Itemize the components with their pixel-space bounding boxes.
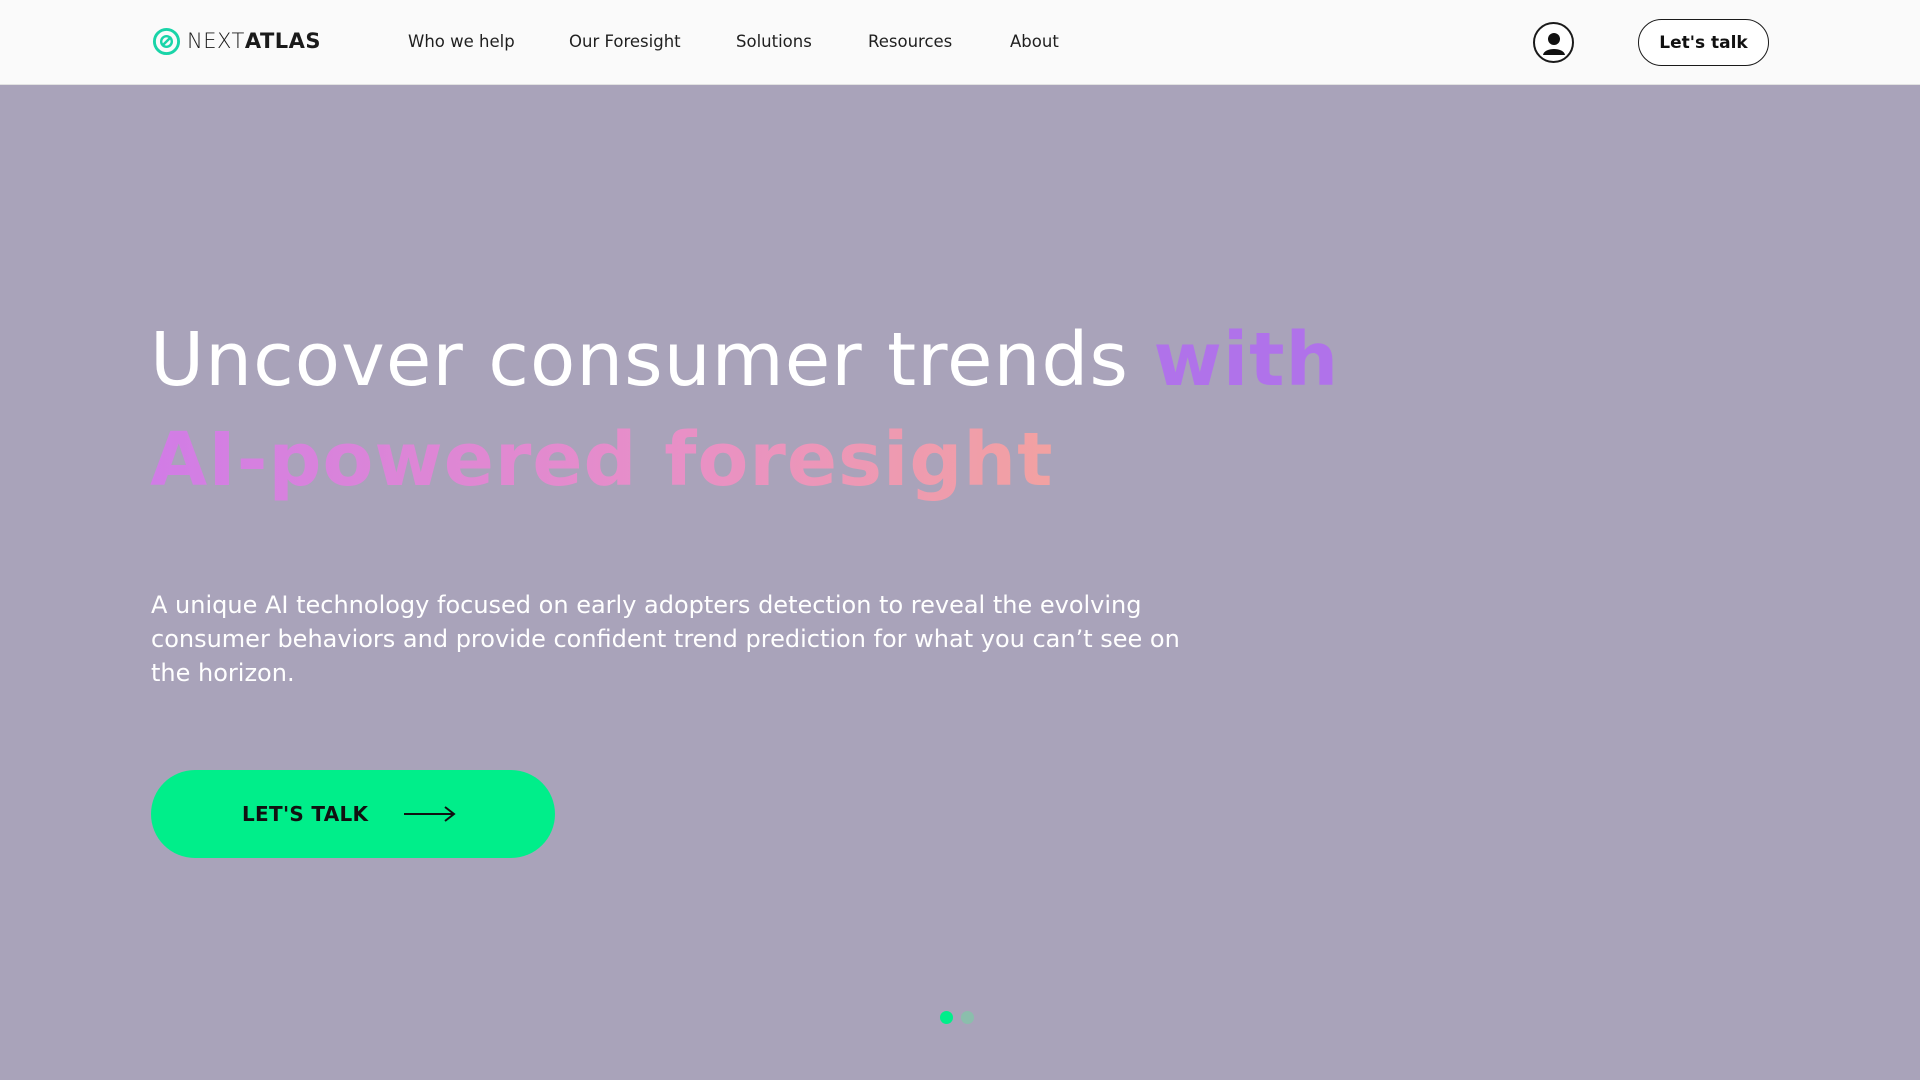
carousel-dot-2[interactable]	[961, 1011, 974, 1024]
brand-name: NEXTATLAS	[187, 29, 321, 53]
hero-title: Uncover consumer trends with AI-powered …	[150, 310, 1450, 510]
nextatlas-logo-icon	[152, 27, 181, 55]
carousel-pagination	[940, 1011, 974, 1025]
lets-talk-cta-button[interactable]: LET'S TALK	[151, 770, 555, 858]
hero-title-plain: Uncover consumer trends	[150, 317, 1154, 403]
user-account-icon	[1542, 32, 1565, 55]
brand-name-light: NEXT	[187, 29, 245, 53]
site-header: NEXTATLAS Who we help Our Foresight Solu…	[0, 0, 1920, 85]
nav-item-who-we-help[interactable]: Who we help	[408, 29, 515, 55]
hero-title-accent: with	[1153, 317, 1340, 403]
user-account-button[interactable]	[1533, 22, 1574, 63]
nav-item-about[interactable]: About	[1010, 29, 1059, 55]
hero-subtitle: A unique AI technology focused on early …	[151, 591, 1180, 687]
carousel-dot-1[interactable]	[940, 1011, 953, 1024]
nav-item-our-foresight[interactable]: Our Foresight	[569, 29, 681, 55]
cta-label: LET'S TALK	[242, 802, 369, 826]
brand-name-bold: ATLAS	[244, 29, 322, 53]
hero-title-gradient-line: AI-powered foresight	[150, 410, 1450, 510]
nav-item-resources[interactable]: Resources	[868, 29, 952, 55]
lets-talk-header-button[interactable]: Let's talk	[1638, 19, 1769, 66]
arrow-right-icon	[404, 806, 456, 822]
nav-item-solutions[interactable]: Solutions	[736, 29, 812, 55]
brand-logo[interactable]: NEXTATLAS	[152, 24, 321, 58]
